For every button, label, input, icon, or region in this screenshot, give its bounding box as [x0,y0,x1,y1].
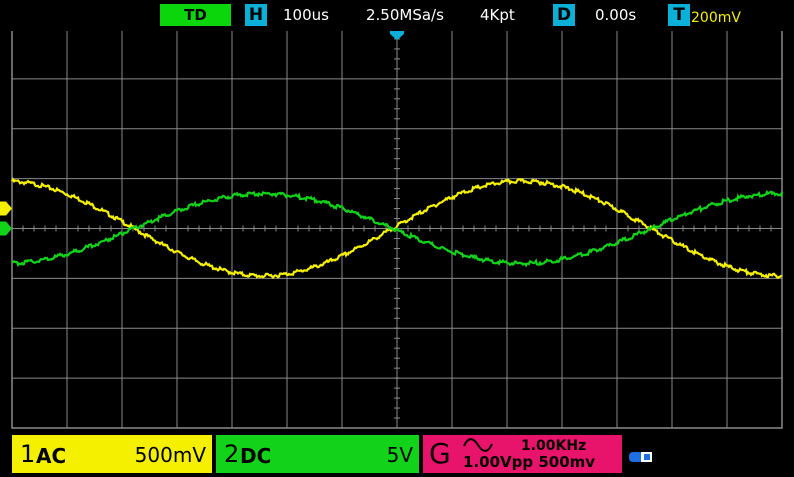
channel-1-level-marker[interactable] [0,201,12,216]
generator-frequency: 1.00KHz [521,438,587,454]
usb-icon [629,452,652,462]
channel-2-panel[interactable]: 2 DC 5V [216,435,419,473]
delay-key-icon[interactable]: D [553,4,575,26]
generator-offset: 500mv [538,453,596,471]
generator-amplitude: 1.00Vpp [463,453,534,471]
generator-panel[interactable]: G 1.00KHz 1.00Vpp 500mv [423,435,622,473]
memory-depth-value: 4Kpt [480,6,515,24]
channel-2-scale: 5V [386,443,413,467]
channel-1-scale: 500mV [134,443,206,467]
timebase-value: 100us [283,6,329,24]
status-bar: TD H 100us 2.50MSa/s 4Kpt D 0.00s T 200m… [0,0,794,31]
channel-1-number: 1 [20,440,36,468]
markers [0,30,404,236]
trigger-key-icon[interactable]: T [668,4,690,26]
channel-1-coupling: AC [36,444,67,468]
oscilloscope-display [0,28,784,429]
channel-2-coupling: DC [240,444,272,468]
channel-2-number: 2 [224,440,240,468]
horizontal-key-icon[interactable]: H [245,4,267,26]
sine-wave-icon [463,438,493,452]
trigger-position-marker[interactable] [390,30,404,40]
generator-label: G [429,437,451,470]
generator-amplitude-offset: 1.00Vpp 500mv [463,454,595,470]
channel-1-panel[interactable]: 1 AC 500mV [12,435,212,473]
trigger-mode-badge[interactable]: TD [160,4,231,26]
delay-value: 0.00s [595,6,637,24]
channel-2-level-marker[interactable] [0,221,12,236]
channel-bar: 1 AC 500mV 2 DC 5V G 1.00KHz 1.00Vpp 500… [0,432,794,477]
trigger-level-value: 200mV [691,10,741,26]
sample-rate-value: 2.50MSa/s [366,6,444,24]
